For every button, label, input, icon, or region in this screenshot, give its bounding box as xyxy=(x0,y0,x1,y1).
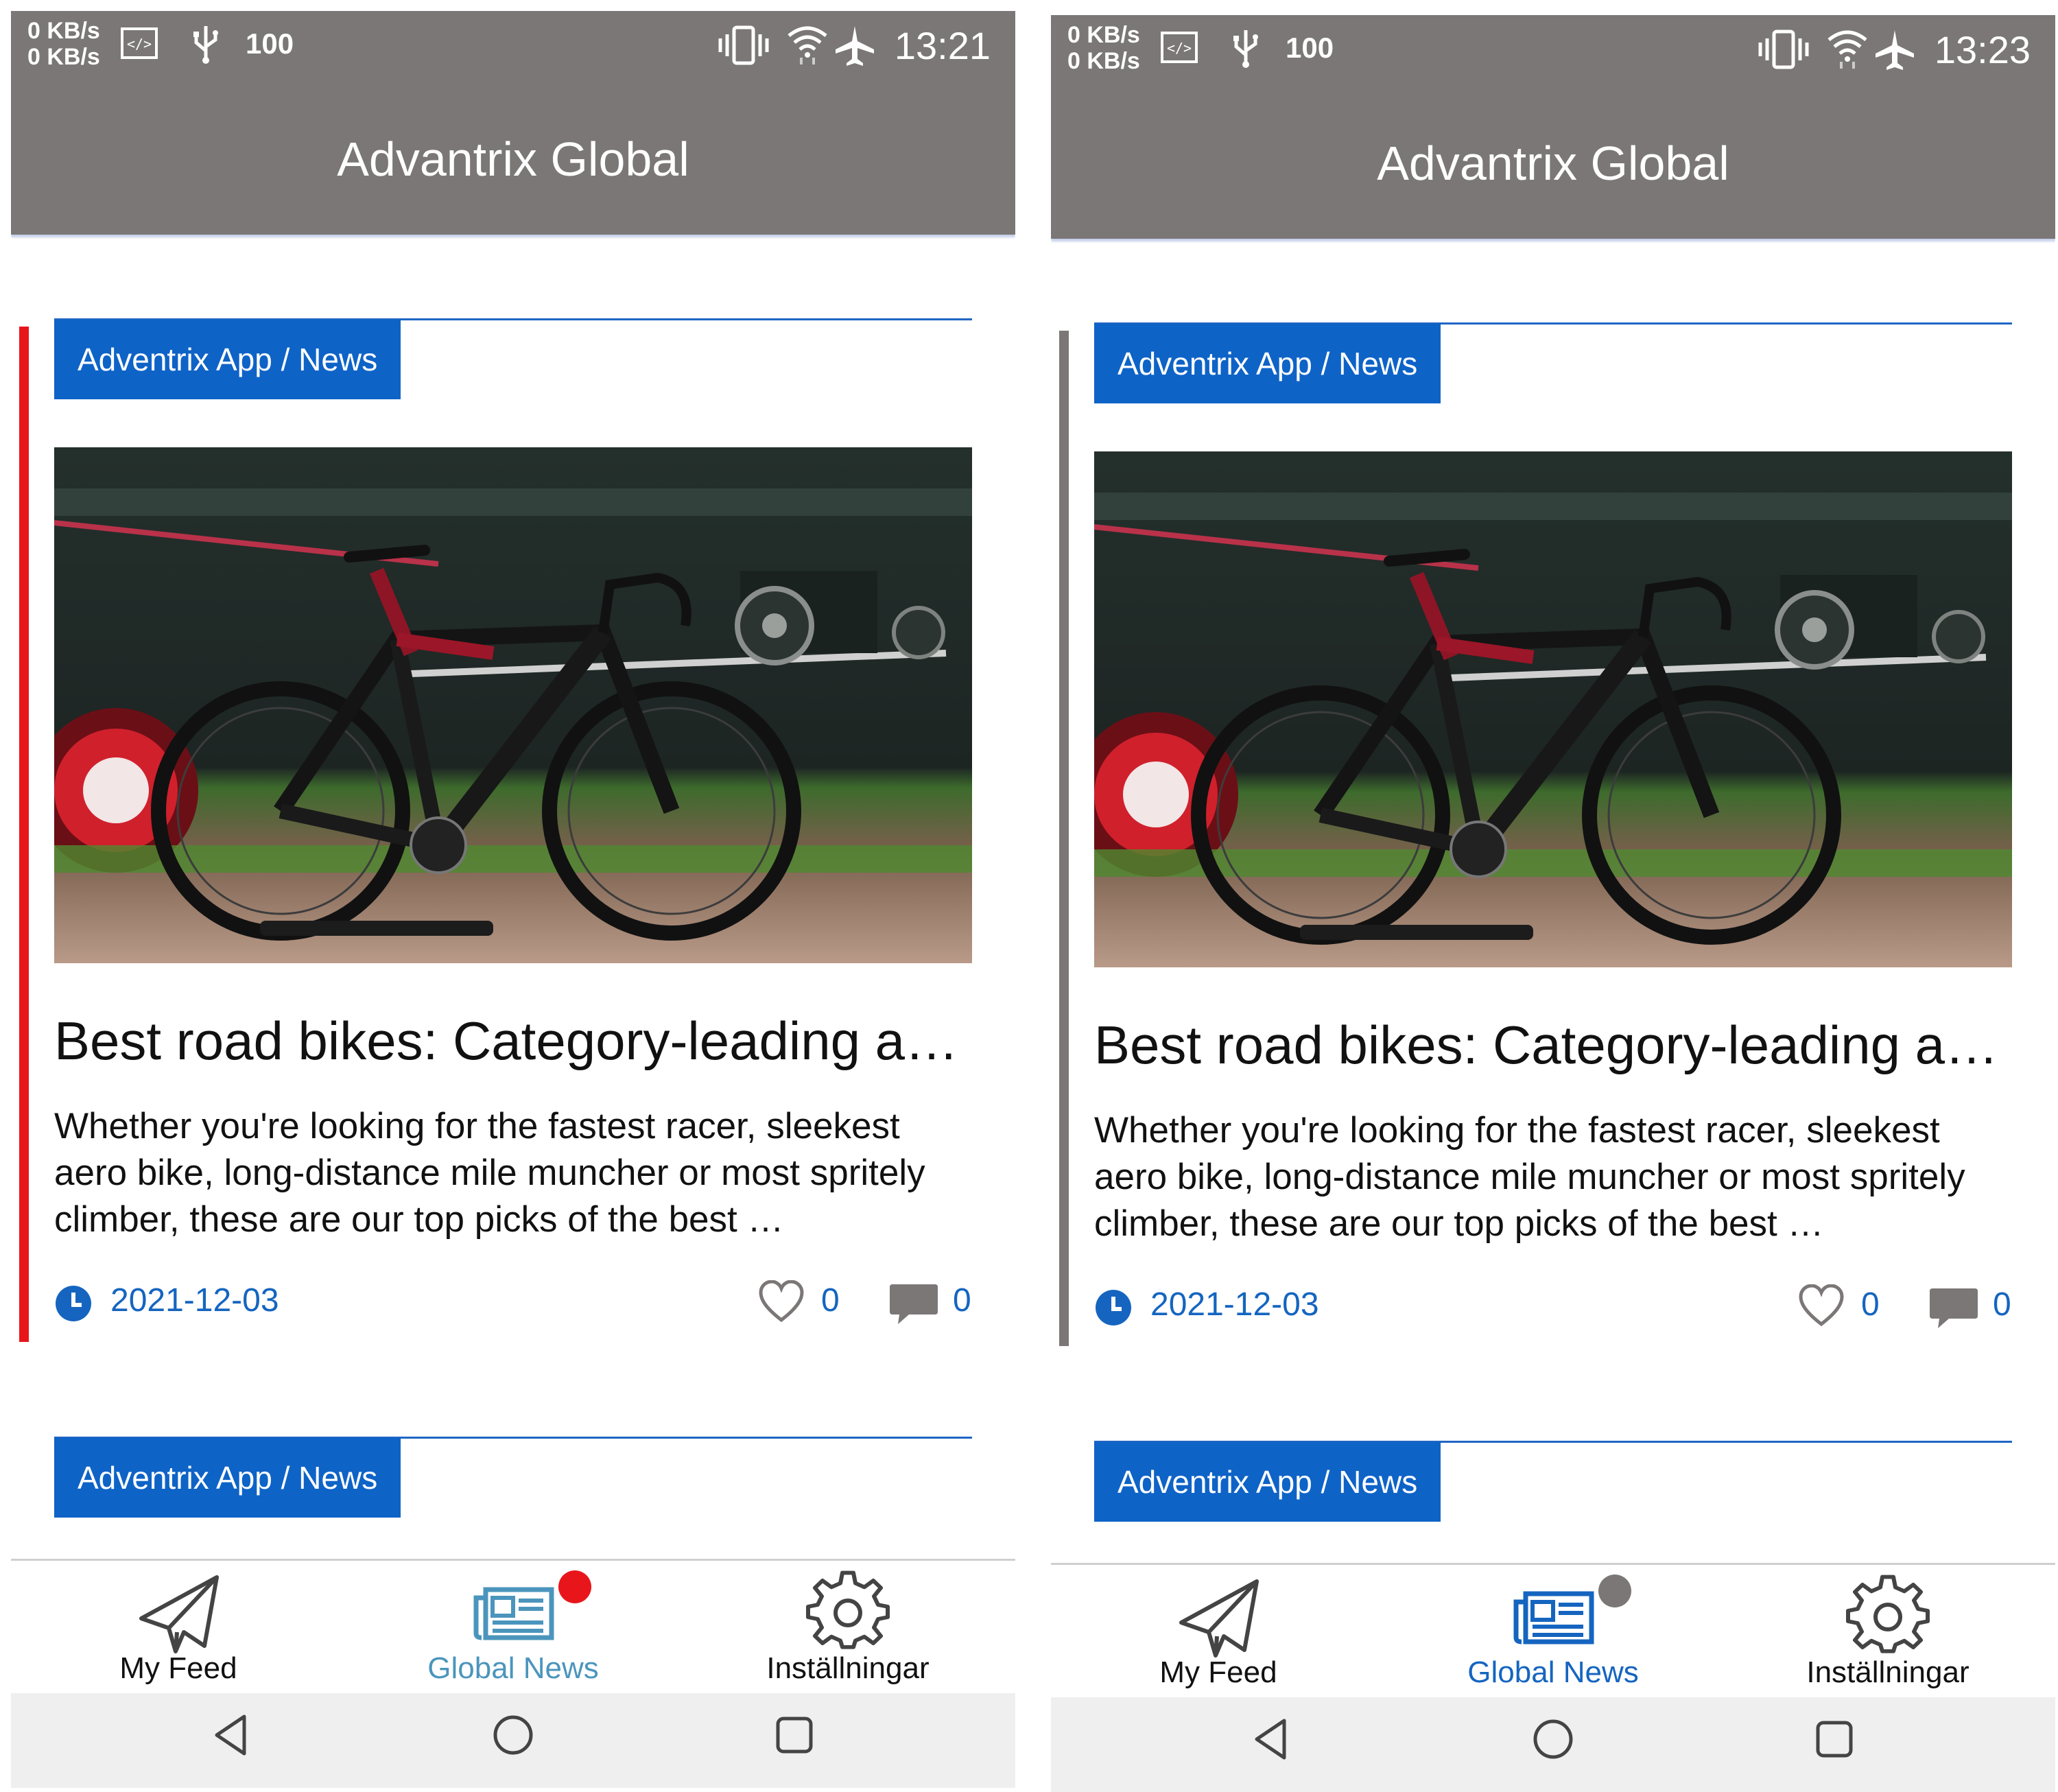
net-speed: 0 KB/s 0 KB/s xyxy=(27,18,100,70)
heart-icon[interactable] xyxy=(1798,1284,1845,1327)
gear-icon xyxy=(806,1570,890,1649)
newspaper-icon xyxy=(1513,1591,1594,1644)
article-date: 2021-12-03 xyxy=(110,1282,279,1319)
category-tag[interactable]: Adventrix App / News xyxy=(1094,324,1441,403)
bottom-navigation: My Feed Global News Inställningar xyxy=(1051,1563,2055,1699)
recents-icon[interactable] xyxy=(1812,1715,1856,1763)
category-tag[interactable]: Adventrix App / News xyxy=(54,1438,401,1518)
article-meta: 2021-12-03 0 0 xyxy=(54,1280,972,1328)
paper-plane-icon xyxy=(139,1575,219,1653)
net-speed-down: 0 KB/s xyxy=(27,44,100,70)
bike-photo xyxy=(54,447,972,963)
battery-level: 100 xyxy=(1286,32,1334,64)
nav-label: Inställningar xyxy=(766,1651,930,1685)
article-meta: 2021-12-03 0 0 xyxy=(1094,1284,2012,1332)
notification-badge xyxy=(558,1570,591,1603)
net-speed-up: 0 KB/s xyxy=(1067,22,1140,48)
heart-icon[interactable] xyxy=(758,1280,805,1323)
paper-plane-icon xyxy=(1179,1579,1259,1658)
nav-settings[interactable]: Inställningar xyxy=(681,1561,1015,1695)
nav-global-news[interactable]: Global News xyxy=(346,1561,681,1695)
svg-text:</>: </> xyxy=(1167,40,1192,56)
like-count: 0 xyxy=(821,1282,840,1319)
svg-text:</>: </> xyxy=(127,36,152,52)
article-excerpt: Whether you're looking for the fastest r… xyxy=(1094,1110,1965,1244)
article-date: 2021-12-03 xyxy=(1150,1286,1319,1323)
article-image[interactable] xyxy=(54,447,972,963)
usb-icon xyxy=(1233,30,1258,68)
nav-label: My Feed xyxy=(119,1651,237,1685)
like-count: 0 xyxy=(1861,1286,1880,1323)
home-icon[interactable] xyxy=(491,1711,535,1759)
vibrate-icon xyxy=(1758,30,1809,69)
nav-settings[interactable]: Inställningar xyxy=(1720,1565,2055,1699)
app-bar: 0 KB/s 0 KB/s </> 100 13:23 Advantrix Gl… xyxy=(1051,15,2055,239)
status-time: 13:23 xyxy=(1934,28,2031,71)
clock-icon xyxy=(1096,1290,1131,1325)
nav-label: Global News xyxy=(427,1651,599,1685)
article-title[interactable]: Best road bikes: Category-leading a… xyxy=(1094,1014,2012,1076)
airplane-mode-icon xyxy=(1876,30,1914,70)
system-navigation-bar xyxy=(1051,1697,2055,1792)
card-accent-bar xyxy=(19,327,29,1342)
status-bar: 0 KB/s 0 KB/s </> 100 13:21 xyxy=(11,11,1015,86)
clock-icon xyxy=(56,1286,91,1321)
vibrate-icon xyxy=(718,25,769,65)
nav-label: My Feed xyxy=(1159,1655,1277,1689)
nav-global-news[interactable]: Global News xyxy=(1386,1565,1720,1699)
nav-my-feed[interactable]: My Feed xyxy=(1051,1565,1386,1699)
notification-badge xyxy=(1598,1575,1631,1607)
gear-icon xyxy=(1846,1575,1930,1653)
back-icon[interactable] xyxy=(1250,1715,1291,1763)
nav-label: Global News xyxy=(1467,1655,1639,1689)
comment-count: 0 xyxy=(1993,1286,2011,1323)
status-time: 13:21 xyxy=(894,24,991,67)
nav-label: Inställningar xyxy=(1806,1655,1970,1689)
battery-level: 100 xyxy=(246,27,294,60)
net-speed: 0 KB/s 0 KB/s xyxy=(1067,22,1140,74)
airplane-mode-icon xyxy=(836,26,874,66)
bottom-navigation: My Feed Global News Inställningar xyxy=(11,1559,1015,1695)
phone-screen-right: 0 KB/s 0 KB/s </> 100 13:23 Advantrix Gl… xyxy=(1051,15,2055,1792)
phone-screen-left: 0 KB/s 0 KB/s </> 100 13:21 Advantrix Gl… xyxy=(11,11,1015,1788)
system-navigation-bar xyxy=(11,1693,1015,1788)
article-title[interactable]: Best road bikes: Category-leading a… xyxy=(54,1010,972,1072)
recents-icon[interactable] xyxy=(772,1711,816,1759)
app-bar: 0 KB/s 0 KB/s </> 100 13:21 Advantrix Gl… xyxy=(11,11,1015,235)
developer-icon: </> xyxy=(121,27,158,59)
bike-photo xyxy=(1094,451,2012,967)
article-excerpt: Whether you're looking for the fastest r… xyxy=(54,1106,925,1240)
comment-icon[interactable] xyxy=(1928,1286,1979,1331)
comment-icon[interactable] xyxy=(888,1282,939,1327)
app-title: Advantrix Global xyxy=(1377,137,1729,190)
wifi-icon xyxy=(1828,30,1867,69)
developer-icon: </> xyxy=(1161,32,1198,63)
nav-my-feed[interactable]: My Feed xyxy=(11,1561,346,1695)
status-bar: 0 KB/s 0 KB/s </> 100 13:23 xyxy=(1051,15,2055,91)
back-icon[interactable] xyxy=(210,1711,251,1759)
wifi-icon xyxy=(788,26,827,64)
app-title: Advantrix Global xyxy=(337,132,689,186)
home-icon[interactable] xyxy=(1531,1715,1575,1763)
card-accent-bar xyxy=(1059,331,1069,1346)
newspaper-icon xyxy=(473,1587,554,1640)
article-image[interactable] xyxy=(1094,451,2012,967)
category-tag[interactable]: Adventrix App / News xyxy=(1094,1442,1441,1522)
net-speed-down: 0 KB/s xyxy=(1067,48,1140,74)
net-speed-up: 0 KB/s xyxy=(27,18,100,44)
comment-count: 0 xyxy=(953,1282,971,1319)
usb-icon xyxy=(193,26,218,64)
category-tag[interactable]: Adventrix App / News xyxy=(54,320,401,399)
